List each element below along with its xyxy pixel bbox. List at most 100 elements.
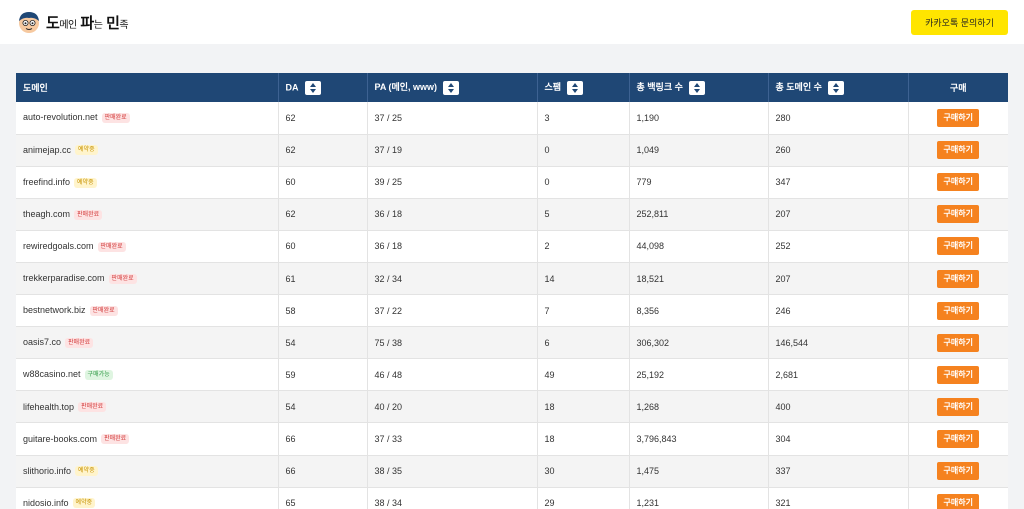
spam-cell: 29 — [537, 487, 630, 509]
pa-cell: 75 / 38 — [367, 326, 538, 360]
spam-cell: 0 — [537, 166, 630, 199]
sort-icon[interactable] — [827, 80, 844, 95]
da-cell: 62 — [278, 134, 368, 167]
status-badge: 판매완료 — [65, 338, 94, 349]
domain-cell: auto-revolution.net 판매완료 — [16, 102, 279, 135]
status-badge: 예약중 — [72, 498, 96, 509]
buy-button[interactable]: 구매하기 — [937, 365, 980, 384]
domains-cell: 400 — [768, 390, 909, 424]
domain-cell: animejap.cc 예약중 — [16, 134, 279, 167]
logo-part: 민 — [106, 14, 120, 32]
domain-cell: freefind.info 예약중 — [16, 166, 279, 199]
backlinks-cell: 1,049 — [629, 134, 769, 167]
buy-button[interactable]: 구매하기 — [937, 333, 980, 352]
buy-button[interactable]: 구매하기 — [937, 301, 980, 320]
buy-cell: 구매하기 — [908, 422, 1008, 456]
buy-button[interactable]: 구매하기 — [937, 205, 980, 224]
sort-icon[interactable] — [443, 80, 460, 95]
buy-button[interactable]: 구매하기 — [937, 462, 980, 481]
column-header-domain: 도메인 — [16, 73, 279, 102]
domain-cell: slithorio.info 예약중 — [16, 455, 279, 488]
domain-name[interactable]: theagh.com — [23, 209, 70, 219]
sort-icon[interactable] — [567, 80, 584, 95]
status-badge: 판매완료 — [101, 113, 130, 124]
pa-cell: 37 / 22 — [367, 294, 538, 328]
pa-cell: 32 / 34 — [367, 262, 538, 296]
table-row: oasis7.co 판매완료 54 75 / 38 6 306,302 146,544 구매하… — [16, 326, 1008, 360]
buy-button[interactable]: 구매하기 — [937, 237, 980, 256]
domain-cell: oasis7.co 판매완료 — [16, 326, 279, 360]
domains-cell: 246 — [768, 294, 909, 328]
domain-name[interactable]: nidosio.info — [23, 498, 69, 508]
domains-cell: 321 — [768, 487, 909, 509]
kakao-inquiry-button[interactable]: 카카오톡 문의하기 — [911, 10, 1008, 35]
table-row: trekkerparadise.com 판매완료 61 32 / 34 14 18,521… — [16, 262, 1008, 296]
domain-name[interactable]: guitare-books.com — [23, 434, 97, 444]
domain-name[interactable]: lifehealth.top — [23, 402, 74, 412]
column-label: 총 백링크 수 — [636, 82, 683, 93]
sort-icon[interactable] — [304, 80, 321, 95]
domains-cell: 207 — [768, 198, 909, 231]
status-badge: 예약중 — [75, 145, 98, 156]
buy-cell: 구매하기 — [908, 390, 1008, 424]
pa-cell: 36 / 18 — [367, 198, 538, 231]
column-header-backlinks: 총 백링크 수 — [629, 73, 769, 102]
status-badge: 판매완료 — [97, 241, 126, 252]
pa-cell: 37 / 33 — [367, 422, 538, 456]
spam-cell: 49 — [537, 358, 630, 392]
backlinks-cell: 1,231 — [629, 487, 769, 509]
logo-mascot-icon — [16, 9, 42, 35]
column-label: DA — [285, 81, 299, 92]
buy-cell: 구매하기 — [908, 198, 1008, 231]
da-cell: 66 — [278, 422, 368, 456]
site-logo[interactable]: 도메인 파는 민족 — [16, 8, 129, 36]
buy-button[interactable]: 구매하기 — [937, 494, 980, 509]
column-label: PA (메인, www) — [374, 82, 438, 93]
da-cell: 59 — [278, 358, 368, 392]
spam-cell: 3 — [537, 102, 630, 135]
logo-part: 파 — [80, 14, 94, 32]
table-row: freefind.info 예약중 60 39 / 25 0 779 347 구매하기 — [16, 166, 1008, 199]
domain-cell: nidosio.info 예약중 — [16, 487, 279, 509]
domain-name[interactable]: slithorio.info — [23, 466, 71, 476]
domain-name[interactable]: freefind.info — [23, 177, 70, 187]
buy-button[interactable]: 구매하기 — [937, 397, 980, 416]
domains-cell: 260 — [768, 134, 909, 167]
buy-button[interactable]: 구매하기 — [937, 269, 980, 288]
buy-button[interactable]: 구매하기 — [937, 141, 980, 160]
buy-cell: 구매하기 — [908, 294, 1008, 328]
domain-name[interactable]: trekkerparadise.com — [23, 273, 105, 283]
status-badge: 구매가능 — [84, 370, 113, 381]
domain-name[interactable]: w88casino.net — [23, 369, 81, 379]
domain-name[interactable]: bestnetwork.biz — [23, 305, 86, 315]
domain-cell: guitare-books.com 판매완료 — [16, 422, 279, 456]
sort-icon[interactable] — [688, 80, 705, 95]
domains-cell: 252 — [768, 230, 909, 263]
buy-button[interactable]: 구매하기 — [937, 108, 980, 127]
domains-cell: 2,681 — [768, 358, 909, 392]
pa-cell: 36 / 18 — [367, 230, 538, 263]
domain-cell: rewiredgoals.com 판매완료 — [16, 230, 279, 263]
table-row: bestnetwork.biz 판매완료 58 37 / 22 7 8,356 246 구매하… — [16, 294, 1008, 328]
pa-cell: 38 / 35 — [367, 455, 538, 488]
backlinks-cell: 779 — [629, 166, 769, 199]
column-header-domains: 총 도메인 수 — [768, 73, 909, 102]
backlinks-cell: 252,811 — [629, 198, 769, 231]
buy-cell: 구매하기 — [908, 230, 1008, 263]
spam-cell: 6 — [537, 326, 630, 360]
status-badge: 판매완료 — [89, 305, 118, 316]
domain-name[interactable]: rewiredgoals.com — [23, 241, 94, 251]
domain-cell: w88casino.net 구매가능 — [16, 358, 279, 392]
column-header-da: DA — [278, 73, 368, 102]
table-row: nidosio.info 예약중 65 38 / 34 29 1,231 321 구매하기 — [16, 487, 1008, 509]
backlinks-cell: 44,098 — [629, 230, 769, 263]
domain-name[interactable]: animejap.cc — [23, 145, 71, 155]
buy-button[interactable]: 구매하기 — [937, 429, 980, 448]
buy-button[interactable]: 구매하기 — [937, 173, 980, 192]
domain-name[interactable]: oasis7.co — [23, 337, 61, 347]
table-row: auto-revolution.net 판매완료 62 37 / 25 3 1,190 28… — [16, 102, 1008, 135]
table-body: auto-revolution.net 판매완료 62 37 / 25 3 1,190 28… — [16, 102, 1008, 509]
domain-cell: lifehealth.top 판매완료 — [16, 390, 279, 424]
pa-cell: 39 / 25 — [367, 166, 538, 199]
domain-name[interactable]: auto-revolution.net — [23, 112, 98, 122]
